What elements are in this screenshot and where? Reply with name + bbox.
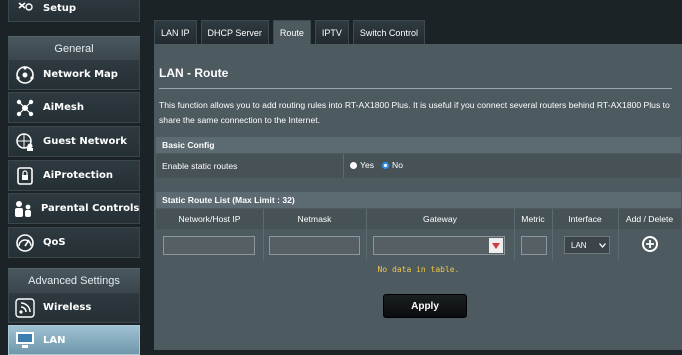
tab-dhcp-server[interactable]: DHCP Server	[200, 20, 269, 44]
route-table-header-row: Network/Host IP Netmask Gateway Metric I…	[156, 209, 681, 229]
gateway-dropdown-button[interactable]	[489, 238, 503, 253]
column-header-gateway: Gateway	[423, 214, 457, 224]
main-content: LAN IP DHCP Server Route IPTV Switch Con…	[146, 0, 682, 350]
radio-yes-label: Yes	[360, 160, 375, 170]
column-header-interface: Interface	[568, 214, 602, 224]
caret-down-icon	[492, 242, 500, 249]
network-host-ip-input[interactable]	[163, 236, 255, 255]
sidebar-item-label: AiProtection	[43, 170, 113, 181]
empty-table-message: No data in table.	[156, 260, 681, 280]
sidebar-item-lan[interactable]: LAN	[8, 325, 140, 355]
row-divider	[343, 154, 344, 178]
sidebar-item-guest-network[interactable]: Guest Network	[8, 126, 140, 157]
sidebar-item-label: Parental Controls	[41, 203, 140, 214]
interface-select-value: LAN	[571, 240, 587, 250]
radio-no-label: No	[392, 160, 403, 170]
lan-icon	[13, 328, 37, 352]
radio-no-dot-selected[interactable]	[382, 161, 389, 169]
radio-yes-dot[interactable]	[350, 161, 357, 169]
column-separator	[618, 209, 619, 260]
static-route-list-header: Static Route List (Max Limit : 32)	[156, 192, 681, 208]
column-separator	[552, 209, 553, 260]
tab-route[interactable]: Route	[272, 20, 311, 44]
sidebar: Setup General Network Map AiMesh Guest N…	[0, 0, 146, 355]
route-input-row: LAN	[156, 209, 681, 260]
qos-icon	[13, 231, 37, 255]
gateway-input[interactable]	[373, 236, 505, 255]
column-separator	[514, 209, 515, 260]
sidebar-item-aiprotection[interactable]: AiProtection	[8, 160, 140, 191]
enable-static-routes-row: Enable static routes Yes No	[156, 154, 681, 178]
tab-iptv[interactable]: IPTV	[314, 20, 349, 44]
tab-bar: LAN IP DHCP Server Route IPTV Switch Con…	[154, 20, 429, 44]
content-panel: LAN - Route This function allows you to …	[154, 44, 682, 350]
page-title: LAN - Route	[159, 66, 229, 80]
sidebar-item-label: LAN	[43, 334, 66, 346]
sidebar-item-label: Guest Network	[43, 136, 127, 147]
apply-button[interactable]: Apply	[383, 294, 467, 318]
column-separator	[366, 209, 367, 260]
sidebar-item-label: Network Map	[43, 69, 118, 80]
sidebar-item-label: AiMesh	[43, 102, 84, 113]
column-header-metric: Metric	[521, 214, 545, 224]
netmask-input[interactable]	[269, 236, 360, 255]
wireless-icon	[13, 296, 37, 320]
sidebar-item-wireless[interactable]: Wireless	[8, 292, 140, 323]
tab-switch-control[interactable]: Switch Control	[352, 20, 425, 44]
radio-yes[interactable]: Yes	[350, 160, 374, 170]
parental-controls-icon	[13, 197, 35, 221]
radio-no[interactable]: No	[382, 160, 403, 170]
plus-icon	[646, 240, 654, 248]
enable-static-routes-label: Enable static routes	[162, 161, 238, 171]
sidebar-item-aimesh[interactable]: AiMesh	[8, 92, 140, 123]
lock-icon	[13, 164, 37, 188]
sidebar-item-label: QoS	[43, 237, 66, 248]
sidebar-item-qos[interactable]: QoS	[8, 227, 140, 258]
column-header-network-host-ip: Network/Host IP	[178, 214, 241, 224]
column-separator	[263, 209, 264, 260]
setup-icon	[13, 0, 37, 20]
add-route-button[interactable]	[642, 236, 658, 252]
network-map-icon	[13, 63, 37, 87]
title-divider	[159, 88, 672, 89]
basic-config-header: Basic Config	[156, 137, 681, 153]
sidebar-item-label: Setup	[43, 2, 77, 14]
sidebar-item-label: Wireless	[43, 302, 92, 313]
sidebar-item-parental-controls[interactable]: Parental Controls	[8, 193, 140, 224]
sidebar-item-setup[interactable]: Setup	[8, 0, 140, 22]
sidebar-item-network-map[interactable]: Network Map	[8, 59, 140, 90]
column-header-add-delete: Add / Delete	[625, 214, 674, 224]
general-heading: General	[8, 36, 140, 60]
page-description: This function allows you to add routing …	[159, 100, 670, 125]
advanced-settings-heading: Advanced Settings	[8, 268, 140, 292]
tab-lan-ip[interactable]: LAN IP	[154, 20, 197, 44]
chevron-down-icon	[598, 242, 606, 248]
aimesh-icon	[13, 96, 37, 120]
column-header-netmask: Netmask	[297, 214, 332, 224]
interface-select[interactable]: LAN	[564, 236, 610, 254]
guest-network-icon	[13, 130, 37, 154]
metric-input[interactable]	[521, 236, 547, 255]
